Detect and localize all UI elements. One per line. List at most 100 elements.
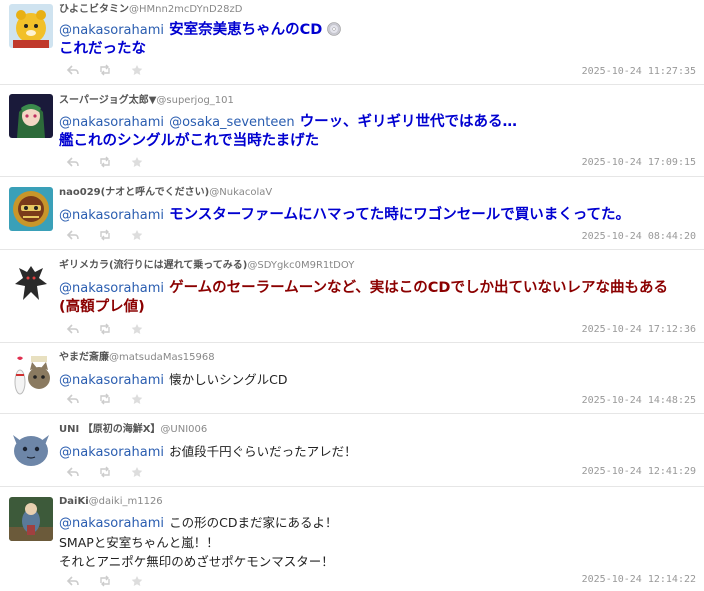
mention-link[interactable]: @osaka_seventeen — [169, 115, 295, 130]
like-icon[interactable] — [130, 155, 144, 169]
dark-demon-avatar-icon — [9, 260, 53, 304]
retweet-icon[interactable] — [98, 465, 112, 479]
mention-link[interactable]: @nakasorahami — [59, 373, 164, 388]
reply-icon[interactable] — [66, 228, 80, 242]
list-item: DaiKi@daiki_m1126 @nakasorahami この形のCDまだ… — [0, 488, 704, 591]
display-name[interactable]: ギリメカラ(流行りには遅れて乗ってみる) — [59, 260, 247, 271]
like-icon[interactable] — [130, 465, 144, 479]
retweet-icon[interactable] — [98, 63, 112, 77]
reply-text-line3: それとアニポケ無印のめざせポケモンマスター！ — [59, 554, 334, 569]
cd-icon — [327, 22, 342, 36]
timestamp[interactable]: 2025-10-24 08:44:20 — [582, 231, 696, 243]
reply-actions — [66, 465, 144, 479]
reply-body: @nakasorahami @osaka_seventeen ウーッ、ギリギリ世… — [59, 111, 696, 151]
mention-link[interactable]: @nakasorahami — [59, 23, 164, 38]
retweet-icon[interactable] — [98, 392, 112, 406]
reply-body: @nakasorahami モンスターファームにハマってた時にワゴンセールで買い… — [59, 204, 696, 225]
reply-meta: やまだ斎廉@matsudaMas15968 — [59, 352, 215, 364]
reply-meta: nao029(ナオと呼んでください)@NukacolaV — [59, 187, 272, 199]
yellow-animal-plush-avatar-icon — [9, 4, 53, 48]
mention-link[interactable]: @nakasorahami — [59, 115, 164, 130]
anime-character-avatar-icon — [9, 94, 53, 138]
reply-body: @nakasorahami この形のCDまだ家にあるよ！ SMAPと安室ちゃんと… — [59, 512, 696, 571]
avatar[interactable] — [9, 260, 53, 304]
like-icon[interactable] — [130, 392, 144, 406]
reply-actions — [66, 574, 144, 588]
reply-icon[interactable] — [66, 465, 80, 479]
list-item: nao029(ナオと呼んでください)@NukacolaV @nakasoraha… — [0, 178, 704, 250]
list-item: ひよこビタミン@HMnn2mcDYnD28zD @nakasorahami 安室… — [0, 0, 704, 85]
timestamp[interactable]: 2025-10-24 17:12:36 — [582, 324, 696, 336]
reply-body: @nakasorahami ゲームのセーラームーンなど、実はこのCDでしか出てい… — [59, 277, 696, 317]
reply-icon[interactable] — [66, 392, 80, 406]
display-name[interactable]: やまだ斎廉 — [59, 352, 109, 363]
retweet-icon[interactable] — [98, 322, 112, 336]
figure-photo-avatar-icon — [9, 497, 53, 541]
avatar[interactable] — [9, 4, 53, 48]
mention-link[interactable]: @nakasorahami — [59, 445, 164, 460]
timestamp[interactable]: 2025-10-24 12:14:22 — [582, 574, 696, 586]
like-icon[interactable] — [130, 322, 144, 336]
timestamp[interactable]: 2025-10-24 12:41:29 — [582, 466, 696, 478]
retweet-icon[interactable] — [98, 155, 112, 169]
like-icon[interactable] — [130, 228, 144, 242]
like-icon[interactable] — [130, 63, 144, 77]
reply-actions — [66, 63, 144, 77]
reply-text-line2: これだったな — [59, 41, 146, 57]
reply-text: この形のCDまだ家にあるよ！ — [169, 515, 338, 530]
avatar[interactable] — [9, 187, 53, 231]
list-item: スーパージョグ太郎▼@superjog_101 @nakasorahami @o… — [0, 89, 704, 177]
mention-link[interactable]: @nakasorahami — [59, 208, 164, 223]
reply-text: ゲームのセーラームーンなど、実はこのCDでしか出ていないレアな曲もある — [169, 280, 668, 296]
user-handle[interactable]: @UNI006 — [160, 424, 207, 435]
helmet-robot-avatar-icon — [9, 187, 53, 231]
user-handle[interactable]: @daiki_m1126 — [89, 496, 163, 507]
list-item: UNI 【原初の海鮮X】@UNI006 @nakasorahami お値段千円ぐ… — [0, 415, 704, 487]
reply-meta: DaiKi@daiki_m1126 — [59, 496, 163, 508]
reply-feed: ひよこビタミン@HMnn2mcDYnD28zD @nakasorahami 安室… — [0, 0, 704, 591]
bowling-cat-avatar-icon — [9, 352, 53, 396]
timestamp[interactable]: 2025-10-24 14:48:25 — [582, 395, 696, 407]
reply-meta: UNI 【原初の海鮮X】@UNI006 — [59, 424, 207, 436]
reply-meta: ひよこビタミン@HMnn2mcDYnD28zD — [59, 4, 242, 16]
avatar[interactable] — [9, 94, 53, 138]
reply-meta: ギリメカラ(流行りには遅れて乗ってみる)@SDYgkc0M9R1tDOY — [59, 260, 354, 272]
retweet-icon[interactable] — [98, 574, 112, 588]
reply-actions — [66, 392, 144, 406]
avatar[interactable] — [9, 352, 53, 396]
timestamp[interactable]: 2025-10-24 11:27:35 — [582, 66, 696, 78]
reply-text-line2: (高額プレ値) — [59, 299, 145, 315]
reply-actions — [66, 155, 144, 169]
list-item: ギリメカラ(流行りには遅れて乗ってみる)@SDYgkc0M9R1tDOY @na… — [0, 251, 704, 343]
reply-body: @nakasorahami お値段千円ぐらいだったアレだ！ — [59, 441, 696, 462]
mention-link[interactable]: @nakasorahami — [59, 516, 164, 531]
display-name[interactable]: ひよこビタミン — [59, 4, 129, 15]
reply-icon[interactable] — [66, 63, 80, 77]
reply-meta: スーパージョグ太郎▼@superjog_101 — [59, 95, 234, 107]
like-icon[interactable] — [130, 574, 144, 588]
reply-icon[interactable] — [66, 322, 80, 336]
reply-body: @nakasorahami 安室奈美恵ちゃんのCD これだったな — [59, 19, 696, 59]
reply-text: 安室奈美恵ちゃんのCD — [169, 22, 323, 38]
user-handle[interactable]: @NukacolaV — [209, 187, 272, 198]
reply-text: お値段千円ぐらいだったアレだ！ — [169, 444, 357, 459]
display-name[interactable]: スーパージョグ太郎▼ — [59, 95, 156, 106]
display-name[interactable]: DaiKi — [59, 496, 89, 507]
display-name[interactable]: nao029(ナオと呼んでください) — [59, 187, 209, 198]
avatar[interactable] — [9, 497, 53, 541]
reply-text: モンスターファームにハマってた時にワゴンセールで買いまくってた。 — [169, 207, 631, 223]
display-name[interactable]: UNI 【原初の海鮮X】 — [59, 424, 160, 435]
reply-text: ウーッ、ギリギリ世代ではある… — [299, 114, 518, 130]
user-handle[interactable]: @matsudaMas15968 — [109, 352, 215, 363]
user-handle[interactable]: @superjog_101 — [156, 95, 234, 106]
timestamp[interactable]: 2025-10-24 17:09:15 — [582, 157, 696, 169]
user-handle[interactable]: @HMnn2mcDYnD28zD — [129, 4, 242, 15]
mention-link[interactable]: @nakasorahami — [59, 281, 164, 296]
reply-icon[interactable] — [66, 155, 80, 169]
reply-icon[interactable] — [66, 574, 80, 588]
avatar[interactable] — [9, 425, 53, 469]
blue-blob-avatar-icon — [9, 425, 53, 469]
user-handle[interactable]: @SDYgkc0M9R1tDOY — [247, 260, 354, 271]
reply-text-line2: 艦これのシングルがこれで当時たまげた — [59, 133, 320, 149]
retweet-icon[interactable] — [98, 228, 112, 242]
